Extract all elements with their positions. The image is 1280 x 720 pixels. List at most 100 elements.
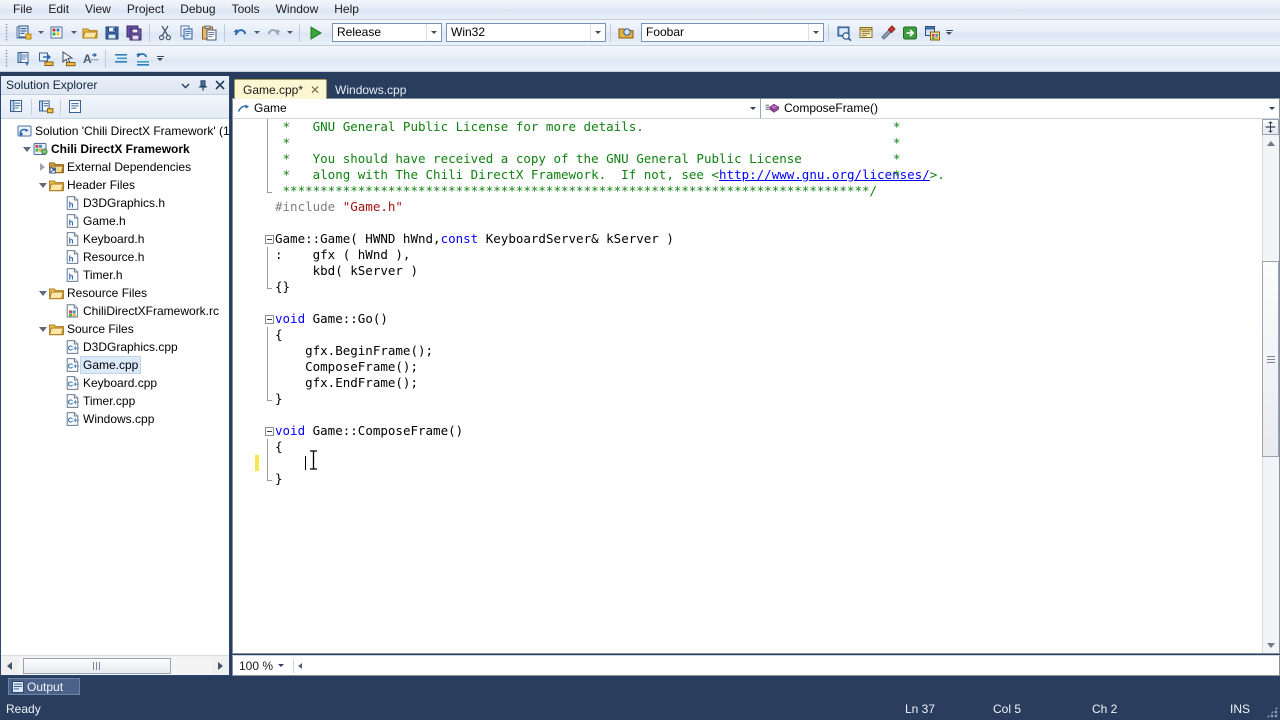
zoom-dropdown-icon[interactable]: [273, 664, 289, 667]
platform-combo[interactable]: Win32: [446, 23, 606, 42]
code-line[interactable]: }: [233, 391, 1262, 407]
find-combo[interactable]: Foobar: [641, 23, 824, 42]
find-in-files-icon[interactable]: [833, 22, 855, 44]
code-line[interactable]: [233, 295, 1262, 311]
copy-icon[interactable]: [176, 22, 198, 44]
tree-expander-icon[interactable]: [37, 176, 48, 194]
hscroll-track[interactable]: [18, 656, 212, 675]
configuration-combo[interactable]: Release: [332, 23, 442, 42]
scroll-right-icon[interactable]: [212, 657, 229, 675]
tree-item[interactable]: ChiliDirectXFramework.rc: [1, 302, 229, 320]
tools-icon[interactable]: [877, 22, 899, 44]
tree-item[interactable]: C++Game.cpp: [1, 356, 229, 374]
save-icon[interactable]: [101, 22, 123, 44]
display-members-icon[interactable]: [13, 48, 35, 70]
chevron-down-icon[interactable]: [808, 24, 823, 41]
tree-expander-icon[interactable]: [37, 320, 48, 338]
code-line[interactable]: [233, 215, 1262, 231]
fold-toggle-icon[interactable]: [263, 423, 275, 439]
add-new-item-icon[interactable]: [46, 22, 68, 44]
code-line[interactable]: void Game::ComposeFrame(): [233, 423, 1262, 439]
code-line[interactable]: [233, 407, 1262, 423]
code-line[interactable]: {}: [233, 279, 1262, 295]
code-line[interactable]: * *: [233, 135, 1262, 151]
dropdown-menu-icon[interactable]: [178, 78, 193, 93]
hscroll-thumb[interactable]: [23, 657, 171, 674]
new-project-icon[interactable]: [13, 22, 35, 44]
menu-item-edit[interactable]: Edit: [40, 0, 77, 19]
chevron-down-icon[interactable]: [426, 24, 441, 41]
tree-item[interactable]: Resource Files: [1, 284, 229, 302]
tree-expander-icon[interactable]: [21, 140, 32, 158]
tree-item[interactable]: C++ Windows.cpp: [1, 410, 229, 428]
scroll-left-icon[interactable]: [298, 662, 303, 669]
scroll-left-icon[interactable]: [1, 657, 18, 675]
tab-game-cpp[interactable]: Game.cpp* ✕: [234, 79, 328, 100]
close-icon[interactable]: ✕: [308, 83, 322, 97]
toolbox-icon[interactable]: [921, 22, 943, 44]
toolbar-overflow-icon[interactable]: [943, 22, 955, 44]
tree-item[interactable]: Solution 'Chili DirectX Framework' (1: [1, 122, 229, 140]
code-line[interactable]: {: [233, 327, 1262, 343]
code-line[interactable]: {: [233, 439, 1262, 455]
code-line[interactable]: [233, 455, 1262, 471]
code-line[interactable]: kbd( kServer ): [233, 263, 1262, 279]
tab-windows-cpp[interactable]: Windows.cpp: [327, 80, 410, 100]
code-line[interactable]: * You should have received a copy of the…: [233, 151, 1262, 167]
resize-grip[interactable]: [1266, 706, 1278, 718]
tree-item[interactable]: C++ D3DGraphics.cpp: [1, 338, 229, 356]
scope-combo[interactable]: Game: [233, 99, 761, 118]
open-file-icon[interactable]: [79, 22, 101, 44]
code-line[interactable]: }: [233, 471, 1262, 487]
fold-toggle-icon[interactable]: [263, 311, 275, 327]
toolbar-grip[interactable]: [3, 23, 11, 42]
tree-item[interactable]: C++ Keyboard.cpp: [1, 374, 229, 392]
code-editor-surface[interactable]: * GNU General Public License for more de…: [232, 119, 1280, 654]
menu-item-view[interactable]: View: [77, 0, 119, 19]
uncomment-icon[interactable]: [110, 48, 132, 70]
code-line[interactable]: ComposeFrame();: [233, 359, 1262, 375]
redo-icon[interactable]: [262, 22, 284, 44]
menu-item-file[interactable]: File: [5, 0, 40, 19]
code-line[interactable]: ****************************************…: [233, 183, 1262, 199]
menu-item-project[interactable]: Project: [119, 0, 172, 19]
menu-item-debug[interactable]: Debug: [172, 0, 223, 19]
cut-icon[interactable]: [154, 22, 176, 44]
fold-toggle-icon[interactable]: [263, 231, 275, 247]
chevron-down-icon[interactable]: [590, 24, 605, 41]
menu-item-window[interactable]: Window: [268, 0, 327, 19]
split-window-icon[interactable]: [1262, 119, 1279, 135]
code-line[interactable]: #include "Game.h": [233, 199, 1262, 215]
increase-indent-icon[interactable]: [132, 48, 154, 70]
properties-icon[interactable]: [6, 97, 28, 117]
new-project-dropdown-icon[interactable]: [35, 22, 46, 44]
save-all-icon[interactable]: [123, 22, 145, 44]
code-line[interactable]: * GNU General Public License for more de…: [233, 119, 1262, 135]
tree-expander-icon[interactable]: [37, 284, 48, 302]
vscroll-thumb[interactable]: [1262, 261, 1279, 457]
show-all-files-icon[interactable]: [35, 97, 57, 117]
menu-item-tools[interactable]: Tools: [224, 0, 268, 19]
comment-out-icon[interactable]: A: [79, 48, 101, 70]
scroll-up-icon[interactable]: [1262, 135, 1279, 151]
undo-icon[interactable]: [229, 22, 251, 44]
undo-dropdown-icon[interactable]: [251, 22, 262, 44]
tree-item[interactable]: Header Files: [1, 176, 229, 194]
toolbar-grip[interactable]: [3, 49, 11, 68]
code-line[interactable]: gfx.BeginFrame();: [233, 343, 1262, 359]
member-combo[interactable]: ComposeFrame(): [761, 99, 1279, 118]
code-line[interactable]: * along with The Chili DirectX Framework…: [233, 167, 1262, 183]
insert-snippet-icon[interactable]: [35, 48, 57, 70]
solution-explorer-hscrollbar[interactable]: [1, 655, 229, 675]
code-text[interactable]: * GNU General Public License for more de…: [233, 119, 1262, 653]
chevron-down-icon[interactable]: [746, 107, 760, 110]
find-symbol-icon[interactable]: [615, 22, 637, 44]
code-line[interactable]: void Game::Go(): [233, 311, 1262, 327]
properties-window-icon[interactable]: [855, 22, 877, 44]
tree-expander-icon[interactable]: [37, 158, 48, 176]
tree-item[interactable]: External Dependencies: [1, 158, 229, 176]
start-debug-icon[interactable]: [304, 22, 326, 44]
tree-item[interactable]: h Game.h: [1, 212, 229, 230]
pin-icon[interactable]: [195, 78, 210, 93]
output-window-tab[interactable]: Output: [8, 678, 80, 695]
